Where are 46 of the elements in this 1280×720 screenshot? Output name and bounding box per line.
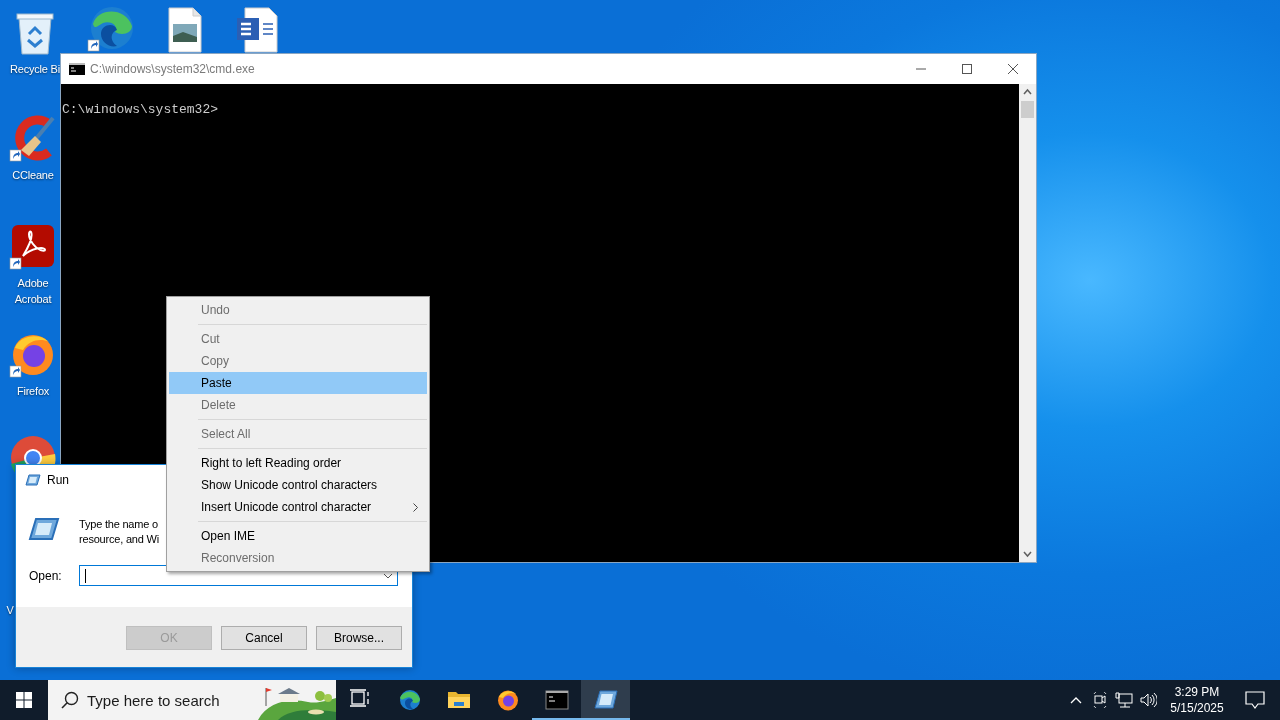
pdf-reader-icon[interactable] xyxy=(9,222,57,270)
desktop-icon-label[interactable]: Adobe Acrobat xyxy=(3,275,63,307)
clock-time[interactable]: 3:29 PM xyxy=(1174,684,1220,700)
firefox-icon xyxy=(495,688,520,712)
menu-item[interactable]: Show Unicode control characters xyxy=(169,474,427,496)
browser-icon[interactable] xyxy=(87,4,135,52)
console-icon xyxy=(544,688,569,712)
search-box[interactable]: Type here to search xyxy=(48,680,336,720)
run-icon xyxy=(28,517,60,541)
submenu-chevron-icon xyxy=(413,502,418,512)
close-icon[interactable] xyxy=(1008,64,1018,74)
dialog-button[interactable]: Browse... xyxy=(316,626,402,650)
search-icon xyxy=(61,691,79,709)
field-label: Open: xyxy=(29,568,63,583)
clock-date[interactable]: 5/15/2025 xyxy=(1170,700,1224,716)
run-icon xyxy=(593,688,618,712)
desktop-icon-label[interactable]: V xyxy=(6,602,14,618)
dialog-button[interactable]: Cancel xyxy=(221,626,307,650)
desktop-icon-label[interactable]: Recycle Bi xyxy=(10,61,60,77)
run-icon xyxy=(25,474,41,486)
taskbar-button[interactable] xyxy=(581,680,630,720)
camera-icon[interactable] xyxy=(1092,692,1108,708)
maximize-icon[interactable] xyxy=(962,64,972,74)
menu-item[interactable]: Insert Unicode control character xyxy=(169,496,427,518)
window-title: Run xyxy=(47,473,69,487)
menu-item[interactable]: Right to left Reading order xyxy=(169,452,427,474)
desktop-icon-label[interactable]: Firefox xyxy=(16,383,50,399)
console-icon xyxy=(69,63,85,75)
menu-item[interactable]: Open IME xyxy=(169,525,427,547)
browser-icon xyxy=(397,688,422,712)
window-title: C:\windows\system32\cmd.exe xyxy=(90,62,255,76)
menu-item[interactable]: Paste xyxy=(169,372,427,394)
text-cursor xyxy=(85,568,86,583)
desktop-icon-label[interactable]: CCleane xyxy=(12,167,54,183)
description-text: Type the name o xyxy=(79,517,158,532)
scrollbar-thumb[interactable] xyxy=(1021,101,1034,118)
volume-icon[interactable] xyxy=(1139,692,1157,708)
windows-logo-icon[interactable] xyxy=(16,692,32,708)
dropdown-icon[interactable] xyxy=(383,572,393,579)
scrollbar[interactable] xyxy=(1019,84,1036,562)
network-icon[interactable] xyxy=(1115,692,1133,708)
cleaner-icon[interactable] xyxy=(9,114,57,162)
description-text: resource, and Wi xyxy=(79,532,159,547)
console-text: C:\windows\system32> xyxy=(62,102,219,118)
notification-icon[interactable] xyxy=(1245,691,1265,709)
search-field[interactable]: Type here to search xyxy=(87,691,258,709)
